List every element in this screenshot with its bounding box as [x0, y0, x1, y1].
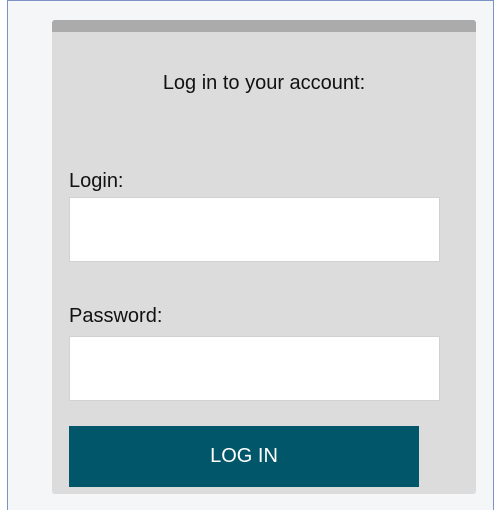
login-card: Log in to your account: Login: Password:…: [52, 20, 476, 494]
login-input[interactable]: [69, 197, 440, 262]
password-input[interactable]: [69, 336, 440, 401]
password-label: Password:: [69, 305, 163, 327]
page-frame: Log in to your account: Login: Password:…: [7, 0, 494, 510]
login-label: Login:: [69, 170, 124, 192]
login-title: Log in to your account:: [162, 72, 366, 94]
login-button[interactable]: LOG IN: [69, 426, 419, 487]
card-top-bar: [52, 20, 476, 32]
